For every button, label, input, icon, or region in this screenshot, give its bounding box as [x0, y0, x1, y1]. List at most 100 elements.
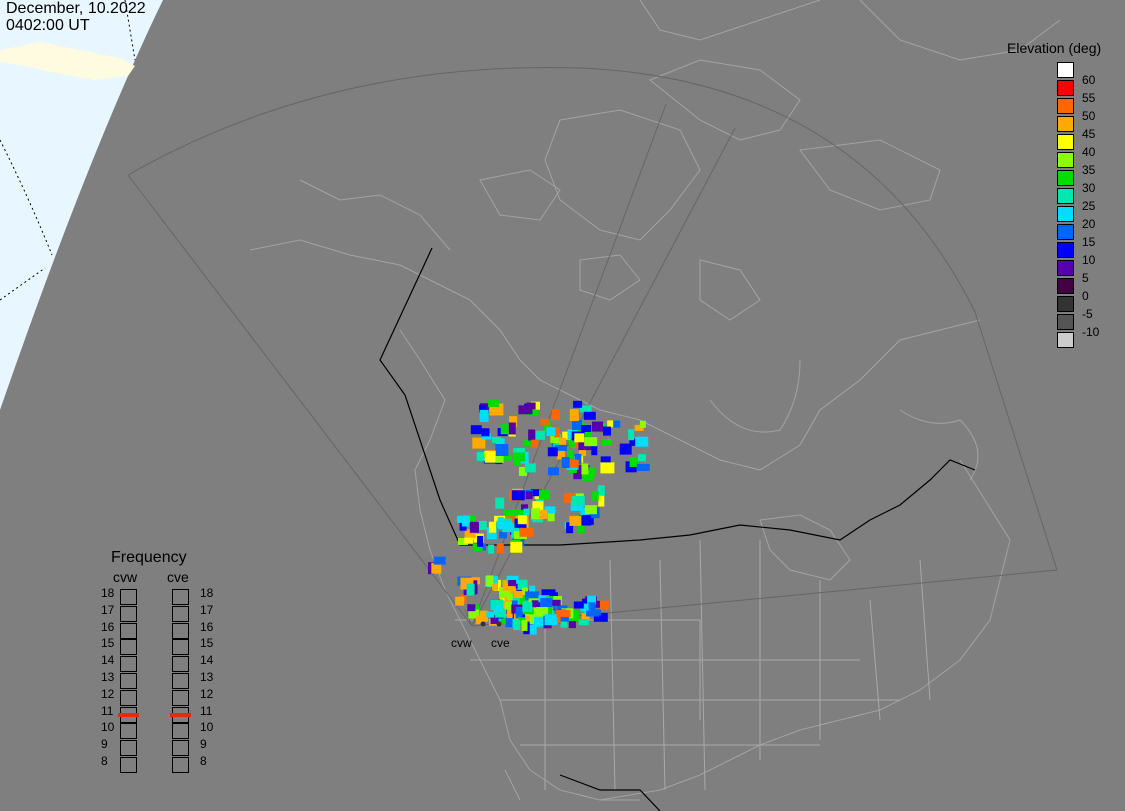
frequency-scale-label: 8: [200, 754, 207, 768]
echo-cell: [603, 426, 611, 436]
echo-cell: [524, 463, 536, 473]
echo-cell: [588, 602, 596, 614]
echo-cell: [494, 604, 502, 613]
elevation-scale-label: -5: [1082, 307, 1093, 321]
frequency-scale-label: 8: [101, 754, 108, 768]
map-canvas: [0, 0, 1061, 811]
frequency-marker: [118, 712, 139, 717]
echo-cell: [528, 429, 536, 441]
frequency-scale-label: 11: [101, 703, 114, 718]
echo-cell: [573, 400, 583, 408]
echo-cell: [600, 456, 611, 464]
echo-cell: [628, 429, 635, 441]
frequency-cell: [172, 656, 189, 673]
echo-cell: [539, 489, 550, 500]
echo-cell: [534, 616, 543, 627]
echo-cell: [470, 425, 482, 435]
echo-cell: [495, 444, 509, 456]
elevation-swatch: [1057, 206, 1074, 222]
frequency-cell: [120, 723, 137, 740]
coastlines: [249, 0, 1061, 801]
frequency-cell: [172, 757, 189, 773]
echo-cell: [591, 445, 598, 456]
echo-cell: [544, 614, 558, 626]
echo-cell: [531, 508, 541, 520]
echo-cell: [455, 596, 465, 606]
frequency-cell: [172, 605, 189, 622]
elevation-swatch: [1057, 116, 1074, 132]
echo-cell: [488, 521, 496, 533]
frequency-cell: [172, 639, 189, 656]
echo-cell: [522, 601, 533, 612]
elevation-scale-label: -10: [1082, 325, 1100, 339]
elevation-scale-label: 0: [1082, 289, 1089, 303]
echo-cell: [581, 425, 592, 432]
echo-cell: [638, 454, 646, 462]
echo-cell: [486, 611, 495, 618]
echo-cell: [561, 457, 570, 469]
echo-cell: [583, 411, 596, 420]
echo-cell: [546, 427, 556, 437]
echo-cell: [508, 580, 517, 586]
echo-cell: [577, 524, 585, 534]
date-label: December, 10.2022: [6, 0, 146, 17]
frequency-scale-label: 13: [200, 670, 214, 684]
frequency-cell: [120, 757, 137, 773]
echo-cell: [496, 543, 504, 554]
echo-cell: [531, 439, 539, 448]
echo-cell: [635, 436, 649, 447]
radar-label-cve: cve: [167, 569, 189, 585]
elevation-swatch: [1057, 314, 1074, 330]
elevation-scale-label: 20: [1082, 217, 1096, 231]
echo-cell: [525, 491, 533, 500]
echo-cell: [639, 420, 646, 428]
echo-cell: [433, 556, 446, 565]
frequency-scale-label: 14: [101, 653, 115, 668]
frequency-cell: [120, 639, 137, 656]
echo-cell: [569, 515, 582, 526]
frequency-scale-label: 13: [101, 670, 115, 684]
elevation-scale-label: 45: [1082, 127, 1096, 141]
echo-cell: [517, 515, 527, 525]
echo-cell: [619, 443, 632, 455]
frequency-scale-label: 9: [200, 737, 207, 752]
echo-cell: [526, 402, 536, 410]
frequency-scale-label: 10: [101, 720, 115, 735]
echo-cell: [556, 610, 571, 617]
echo-cell: [612, 420, 621, 428]
frequency-scale-label: 18: [200, 586, 214, 600]
time-label: 0402:00 UT: [6, 17, 90, 34]
echo-cell: [513, 591, 523, 598]
echo-cell: [519, 527, 534, 537]
echo-cell: [607, 420, 614, 428]
frequency-scale-label: 18: [101, 586, 115, 600]
frequency-scale-label: 17: [200, 602, 214, 617]
echo-cell: [488, 400, 500, 408]
frequency-scale-label: 11: [200, 703, 213, 718]
echo-cell: [548, 467, 559, 476]
station-label-cve: cve: [491, 636, 510, 650]
echo-cell: [569, 409, 579, 422]
elevation-scale-title: Elevation (deg): [1007, 40, 1102, 56]
elevation-swatch: [1057, 332, 1074, 348]
echo-cell: [599, 600, 609, 610]
echo-cell: [513, 458, 521, 467]
echo-cell: [498, 521, 513, 530]
radar-fov-outline: [127, 67, 1058, 627]
elevation-scale-label: 30: [1082, 181, 1096, 195]
frequency-cell: [172, 689, 189, 706]
frequency-cell: [120, 673, 137, 689]
elevation-scale-label: 5: [1082, 271, 1089, 285]
echo-cell: [581, 463, 589, 475]
frequency-title: Frequency: [111, 549, 187, 566]
elevation-scale-label: 55: [1082, 91, 1096, 105]
frequency-scale-label: 15: [200, 636, 214, 651]
echo-cell: [536, 430, 545, 440]
echo-cell: [540, 418, 550, 425]
station-marker-cve: [496, 621, 502, 627]
echo-cell: [536, 607, 549, 615]
echo-cell: [461, 515, 469, 527]
echo-cell: [477, 535, 484, 547]
echo-cell: [467, 604, 476, 612]
echo-cell: [601, 439, 613, 446]
